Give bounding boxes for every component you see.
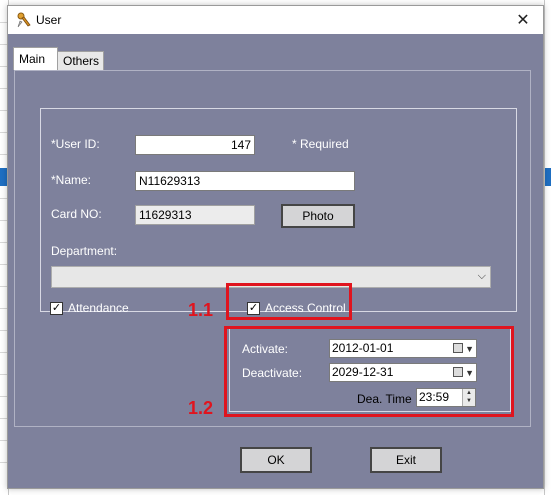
department-label: Department: [51,244,118,258]
annotation-box-access-dates [224,326,514,417]
user-info-group: *User ID: 147 * Required *Name: N1162931… [40,108,517,312]
check-mark-icon: ✓ [51,302,62,314]
close-button[interactable]: ✕ [503,6,543,34]
user-key-icon [17,12,31,28]
tab-main[interactable]: Main [13,47,58,70]
required-note: * Required [292,137,349,151]
card-no-field[interactable]: 11629313 [135,205,255,225]
chevron-down-icon: ⌵ [477,270,486,282]
name-field[interactable]: N11629313 [135,171,355,191]
user-id-label: *User ID: [51,137,100,151]
photo-button[interactable]: Photo [281,204,355,228]
close-icon: ✕ [516,12,530,29]
name-label: *Name: [51,173,92,187]
exit-button[interactable]: Exit [370,447,442,473]
dialog-client-area: Main Others *User ID: 147 * Required *Na… [8,34,543,488]
attendance-checkbox[interactable]: ✓ [50,302,63,315]
user-id-field[interactable]: 147 [135,135,255,155]
annotation-box-access-control [226,283,352,320]
title-bar[interactable]: User ✕ [8,6,543,34]
window-title: User [36,13,62,27]
background-sheet-right [544,0,551,495]
ok-button[interactable]: OK [240,447,312,473]
annotation-label-1-2: 1.2 [188,398,214,418]
card-no-label: Card NO: [51,207,102,221]
tab-others[interactable]: Others [57,51,104,70]
attendance-label: Attendance [68,301,129,315]
annotation-label-1-1: 1.1 [188,300,214,320]
